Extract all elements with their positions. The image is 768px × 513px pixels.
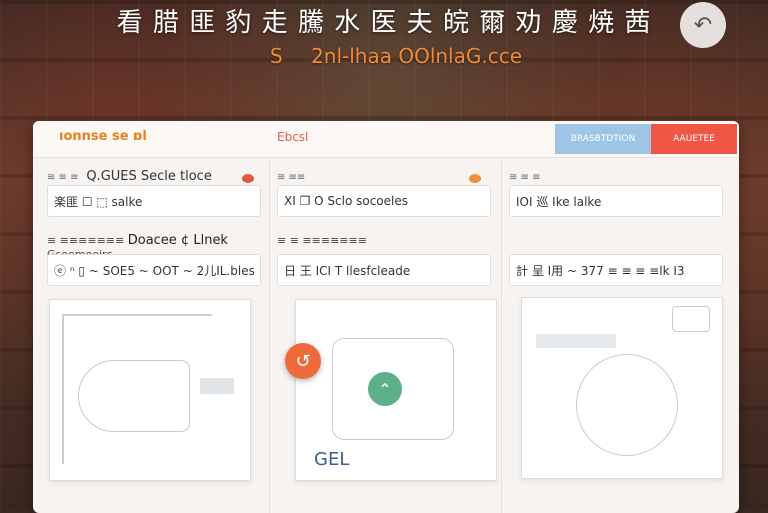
preview-line (62, 314, 212, 316)
subhead-text: 2nl-lhaa OOlnlaG.cce (311, 44, 523, 68)
subhead-s: S (270, 44, 283, 68)
column-3-field-top[interactable]: IOI 巡 Ike lalke (509, 185, 723, 217)
banner-headline: 看 腊 匪 豹 走 騰 水 医 夫 皖 爾 劝 慶 焼 茜 (116, 8, 652, 38)
upload-icon[interactable]: ⌃ (368, 372, 402, 406)
status-dot (242, 174, 254, 183)
column-1-section-title: Doacee ¢ Llnek (127, 233, 228, 248)
column-1-small: ≋ ≡ ≡ (47, 172, 79, 183)
primary-button[interactable]: BRASBTDTION (555, 124, 651, 154)
column-1: ≋ ≡ ≡ Q.GUES Secle tloce 楽匪 ☐ ⬚ salke ≡ … (39, 161, 269, 513)
column-2-field-bottom[interactable]: 日 王 ICI T llesfcleade (277, 254, 491, 286)
column-2-section-small: ≡ ≡ ≡≡≡≡≡≡≡ (277, 234, 367, 247)
back-arrow-icon[interactable]: ↶ (680, 2, 726, 48)
column-3-preview[interactable] (521, 297, 723, 479)
preview-box (200, 378, 234, 394)
column-1-header: ≋ ≡ ≡ Q.GUES Secle tloce (47, 169, 212, 184)
status-dot (469, 174, 481, 183)
column-3-header: ≋ ≡ ≡ (509, 169, 545, 184)
column-1-field-top[interactable]: 楽匪 ☐ ⬚ salke (47, 185, 261, 217)
refresh-icon[interactable]: ↺ (285, 343, 321, 379)
preview-line (62, 314, 64, 464)
app-title: ıonnse se ɒl (59, 129, 147, 144)
column-2: ≋ ≡≡ XI ❐ O Sclo socoeles ≡ ≡ ≡≡≡≡≡≡≡ 日 … (269, 161, 499, 513)
face-icon (576, 354, 678, 456)
app-window: ıonnse se ɒl Ebcsl BRASBTDTION AAUETEE ≋… (33, 121, 739, 513)
column-3: ≋ ≡ ≡ IOI 巡 Ike lalke 計 呈 I用 ~ 377 ≡ ≡ ≡… (501, 161, 731, 513)
preview-label: GEL (314, 449, 350, 470)
danger-button[interactable]: AAUETEE (651, 124, 737, 154)
banner-subhead: S 2nl-lhaa OOlnlaG.cce (270, 44, 522, 68)
column-2-section: ≡ ≡ ≡≡≡≡≡≡≡ (277, 233, 367, 248)
column-2-header: ≋ ≡≡ (277, 169, 309, 184)
tab-label[interactable]: Ebcsl (277, 130, 308, 144)
column-3-small: ≋ ≡ ≡ (509, 172, 541, 183)
toolbar: ıonnse se ɒl Ebcsl BRASBTDTION AAUETEE (33, 121, 739, 158)
column-2-preview[interactable]: ⌃ GEL (295, 299, 497, 481)
folder-icon (672, 306, 710, 332)
column-3-field-bottom[interactable]: 計 呈 I用 ~ 377 ≡ ≡ ≡ ≡lk I3 (509, 254, 723, 286)
column-1-section-small: ≡ ≡≡≡≡≡≡≡ (47, 234, 125, 247)
column-1-preview[interactable] (49, 299, 251, 481)
folder-icon (78, 360, 190, 432)
column-1-field-bottom[interactable]: ⓔ ⁿ ▯ ~ SOE5 ~ OOT ~ 2儿IL.bles (47, 254, 261, 286)
column-2-small: ≋ ≡≡ (277, 172, 306, 183)
column-2-field-top[interactable]: XI ❐ O Sclo socoeles (277, 185, 491, 217)
preview-line (536, 334, 616, 348)
column-1-title: Q.GUES Secle tloce (86, 169, 212, 184)
